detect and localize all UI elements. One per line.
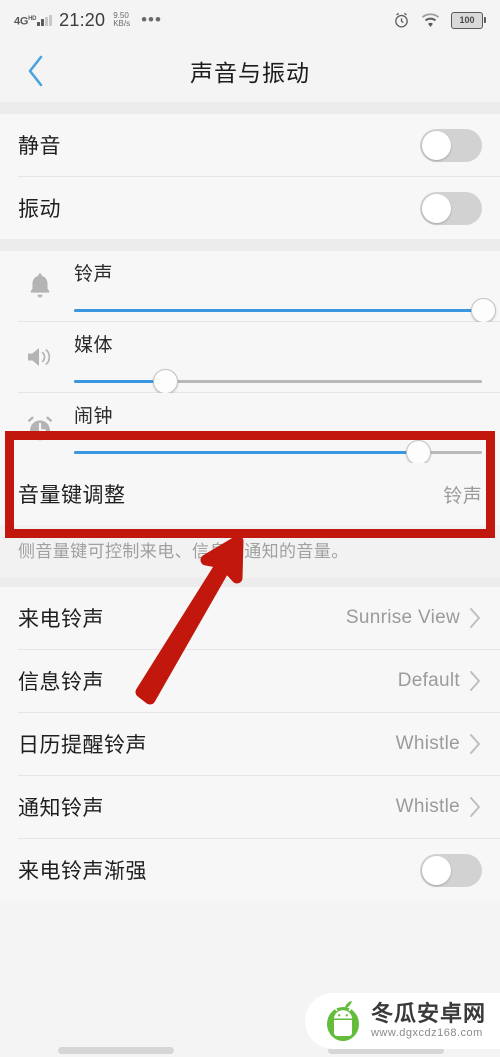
slider-track [74,380,482,383]
ringtone-volume-slider[interactable] [74,298,496,323]
ringtone-section: 来电铃声 Sunrise View 信息铃声 Default 日历提醒铃声 Wh… [0,587,500,901]
slider-thumb[interactable] [471,298,496,323]
watermark-text: 冬瓜安卓网 www.dgxcdz168.com [371,1002,486,1040]
battery-cap-icon [484,17,486,23]
slider-thumb[interactable] [405,440,431,465]
status-bar-left: 4GHD 21:20 9.50 KB/s ••• [14,10,162,31]
slider-track [74,309,482,312]
page-title: 声音与振动 [190,60,310,86]
watermark-url: www.dgxcdz168.com [370,1027,483,1039]
section-gap [0,578,500,587]
row-value: Sunrise View [345,607,460,628]
row-rising-ringtone[interactable]: 来电铃声渐强 [0,839,500,901]
volume-slider-section: 铃声 媒体 闹钟 [0,251,500,465]
wifi-icon [421,12,440,28]
status-bar-right: 100 [393,11,486,29]
chevron-right-icon [469,607,482,629]
row-label: 信息铃声 [18,671,104,694]
row-silent-mode[interactable]: 静音 [0,114,500,176]
row-incoming-call-ringtone[interactable]: 来电铃声 Sunrise View [0,587,500,649]
row-label: 日历提醒铃声 [18,734,147,757]
slider-fill [74,380,164,383]
battery-level: 100 [459,15,475,25]
slider-fill [74,309,482,312]
alarm-clock-icon [18,393,62,463]
slider-body: 闹钟 [62,393,482,465]
slider-body: 铃声 [62,251,496,323]
row-label: 振动 [18,198,61,221]
toggle-knob [422,130,451,160]
chevron-left-icon [28,55,43,87]
row-label: 静音 [18,135,61,158]
row-value: Default [397,670,460,691]
vibrate-toggle[interactable] [420,191,482,225]
section-gap [0,102,500,114]
phone-screen: 4GHD 21:20 9.50 KB/s ••• 100 声音与振动 静音 振动… [0,0,500,1057]
network-speed-unit: KB/s [113,19,131,28]
chevron-right-icon [469,670,482,692]
silent-mode-toggle[interactable] [420,128,482,162]
row-calendar-reminder-ringtone[interactable]: 日历提醒铃声 Whistle [0,713,500,775]
toggle-knob [422,193,451,223]
notification-overflow-icon: ••• [141,10,162,29]
row-value: 铃声 [443,485,482,507]
row-volume-key-adjust[interactable]: 音量键调整 铃声 [0,463,500,525]
chevron-right-icon [469,733,482,755]
android-melon-logo-icon [326,1001,359,1041]
toggle-knob [422,855,451,885]
rising-ringtone-toggle[interactable] [420,853,482,887]
row-label: 音量键调整 [18,484,126,507]
signal-bars-icon [37,15,53,27]
row-value: Whistle [395,796,460,817]
slider-row-media[interactable]: 媒体 [0,322,500,394]
volume-key-description: 侧音量键可控制来电、信息和通知的音量。 [0,525,500,578]
slider-fill [74,451,417,454]
volume-key-section: 音量键调整 铃声 侧音量键可控制来电、信息和通知的音量。 [0,463,500,578]
row-value: Whistle [395,733,460,754]
row-label: 通知铃声 [18,797,104,820]
status-bar: 4GHD 21:20 9.50 KB/s ••• 100 [0,0,500,40]
row-message-ringtone[interactable]: 信息铃声 Default [0,650,500,712]
network-speed: 9.50 KB/s [113,12,130,28]
section-gap [0,239,500,251]
alarm-clock-icon [393,12,410,29]
nav-pill-left[interactable] [58,1047,174,1054]
bell-icon [18,251,62,321]
switch-section: 静音 振动 [0,114,500,239]
back-button[interactable] [14,49,58,93]
chevron-right-icon [469,796,482,818]
title-bar: 声音与振动 [0,40,500,102]
row-label: 来电铃声渐强 [18,860,147,883]
battery-indicator: 100 [451,11,486,29]
slider-label: 铃声 [74,264,114,285]
slider-label: 媒体 [74,335,114,356]
slider-label: 闹钟 [74,406,114,427]
network-type-label: 4GHD [14,15,37,28]
slider-body: 媒体 [62,322,482,394]
speaker-icon [18,322,62,392]
row-notification-ringtone[interactable]: 通知铃声 Whistle [0,776,500,838]
slider-thumb[interactable] [152,369,178,394]
row-label: 来电铃声 [18,608,104,631]
watermark-name: 冬瓜安卓网 [370,1001,486,1026]
slider-row-ringtone[interactable]: 铃声 [0,251,500,323]
slider-row-alarm[interactable]: 闹钟 [0,393,500,465]
signal-indicator: 4GHD [14,14,53,28]
row-vibrate[interactable]: 振动 [0,177,500,239]
media-volume-slider[interactable] [74,369,482,394]
clock-time: 21:20 [59,9,106,30]
site-watermark: 冬瓜安卓网 www.dgxcdz168.com [304,993,500,1049]
alarm-volume-slider[interactable] [74,440,482,465]
